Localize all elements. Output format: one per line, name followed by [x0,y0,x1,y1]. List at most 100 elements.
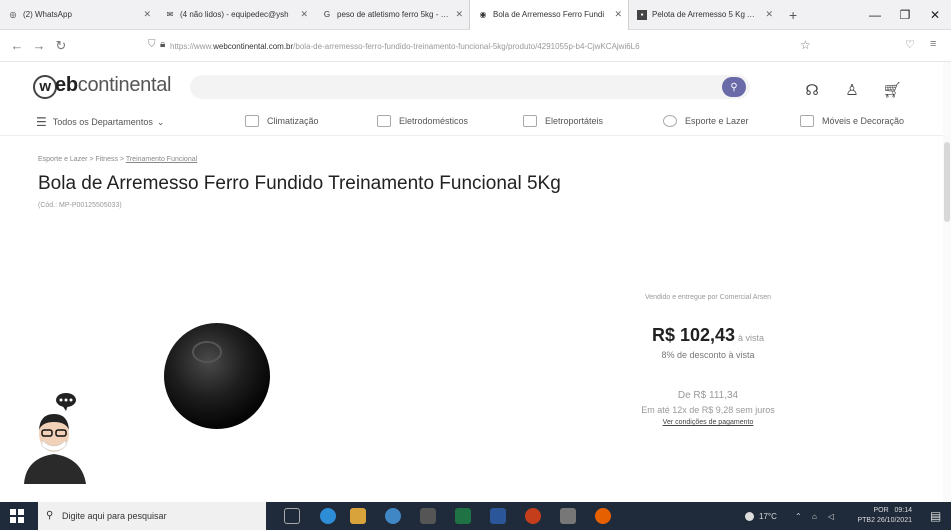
all-departments-label: Todos os Departamentos [52,117,153,127]
small-appliance-icon [523,115,537,127]
tab-email[interactable]: ✉ (4 não lidos) - equipedec@ysh ✕ [157,0,314,30]
tab-label: Bola de Arremesso Ferro Fundi [493,10,605,19]
nav-label: Eletrodomésticos [399,116,469,126]
forward-icon[interactable]: → [28,38,50,53]
tab-label: peso de atletismo ferro 5kg - Pe [337,10,451,19]
nav-item-eletroportateis[interactable]: Eletroportáteis [523,115,603,127]
windows-start-icon[interactable] [10,509,24,523]
breadcrumb-item[interactable]: Treinamento Funcional [126,156,197,163]
task-view-icon[interactable] [284,508,300,524]
store-icon[interactable] [420,508,436,524]
notification-icon[interactable]: ▤ [930,502,941,530]
site-header: w ebcontinental ⚲ ☊ ♙ 🛒︎ [0,62,951,110]
close-icon[interactable]: ✕ [765,9,773,20]
address-field[interactable]: https://www. webcontinental.com.br/bola-d… [170,38,790,54]
star-icon[interactable]: ☆ [800,38,811,52]
close-icon[interactable]: ✕ [614,9,622,20]
lang-code: POR [873,507,889,514]
scrollbar-thumb[interactable] [944,142,950,222]
payment-conditions-link[interactable]: Ver condições de pagamento [620,419,796,426]
cart-icon[interactable]: 🛒︎ [882,80,902,100]
breadcrumb-item[interactable]: Fitness [95,156,118,163]
mail-icon: ✉ [166,10,174,19]
page-icon: ◉ [479,10,487,19]
minimize-icon[interactable]: — [860,0,890,30]
shield-icon[interactable]: ⛉ [148,39,156,50]
nav-item-moveis[interactable]: Móveis e Decoração [800,115,904,127]
excel-icon[interactable] [455,508,471,524]
taskbar-search-placeholder: Digite aqui para pesquisar [62,511,167,521]
chrome-icon[interactable] [385,508,401,524]
new-tab-icon[interactable]: + [779,7,807,23]
browser-tab-bar: ◎ (2) WhatsApp ✕ ✉ (4 não lidos) - equip… [0,0,951,30]
file-explorer-icon[interactable] [350,508,366,524]
whatsapp-icon: ◎ [9,10,17,19]
chevron-up-icon[interactable]: ⌃ [795,502,802,530]
pocket-icon[interactable]: ♡ [905,38,915,51]
edge-icon[interactable] [320,508,336,524]
price-box: Vendido e entregue por Comercial Arsen R… [620,294,796,426]
restore-icon[interactable]: ❐ [890,0,920,30]
product-title: Bola de Arremesso Ferro Fundido Treiname… [38,173,561,194]
firefox-icon[interactable] [595,508,611,524]
all-departments-menu[interactable]: ☰ Todos os Departamentos ⌄ [36,115,164,129]
page-scrollbar[interactable] [943,62,951,502]
system-clock[interactable]: POR 09:14 PTB2 26/10/2021 [850,506,912,526]
nav-item-climatizacao[interactable]: Climatização [245,115,319,127]
app-icon[interactable] [525,508,541,524]
reload-icon[interactable]: ↻ [50,38,72,54]
tab-label: Pelota de Arremesso 5 Kg AX Es [652,10,769,19]
nav-item-esporte[interactable]: Esporte e Lazer [663,115,749,127]
breadcrumb-item[interactable]: Esporte e Lazer [38,156,87,163]
site-logo[interactable]: w ebcontinental [33,74,172,99]
nav-label: Esporte e Lazer [685,116,749,126]
product-image[interactable] [163,322,272,431]
category-nav: ☰ Todos os Departamentos ⌄ Climatização … [0,110,951,136]
back-icon[interactable]: ← [6,38,28,53]
temperature: 17°C [759,511,777,521]
tab-pelota[interactable]: ▪ Pelota de Arremesso 5 Kg AX Es ✕ [629,0,779,30]
close-window-icon[interactable]: ✕ [920,0,950,30]
air-conditioner-icon [245,115,259,127]
url-path: /bola-de-arremesso-ferro-fundido-treinam… [293,41,640,51]
chevron-down-icon: ⌄ [156,116,165,127]
app-icon[interactable] [560,508,576,524]
weather-widget[interactable]: 17°C [745,502,777,530]
menu-icon[interactable]: ≡ [930,38,936,50]
search-input[interactable]: ⚲ [190,75,750,99]
url-domain: webcontinental.com.br [213,41,294,51]
page-icon: ▪ [637,9,647,20]
logo-bold: eb [55,74,78,96]
seller-info: Vendido e entregue por Comercial Arsen [644,294,772,301]
taskbar-search-input[interactable]: ⚲ Digite aqui para pesquisar [38,502,266,530]
chat-assistant-avatar[interactable] [20,392,90,484]
nav-item-eletrodomesticos[interactable]: Eletrodomésticos [377,115,468,127]
sport-icon [663,115,677,127]
appliance-icon [377,115,391,127]
tab-product-active[interactable]: ◉ Bola de Arremesso Ferro Fundi ✕ [469,0,629,30]
product-code: (Cód.: MP-P00125505033) [38,202,122,209]
lock-icon[interactable]: 🔒︎ [160,39,165,50]
time: 09:14 [894,507,912,514]
nav-label: Eletroportáteis [545,116,604,126]
tab-whatsapp[interactable]: ◎ (2) WhatsApp ✕ [0,0,157,30]
tab-google-search[interactable]: G peso de atletismo ferro 5kg - Pe ✕ [314,0,469,30]
close-icon[interactable]: ✕ [300,9,308,20]
headset-icon[interactable]: ☊ [802,80,822,100]
furniture-icon [800,115,814,127]
logo-rest: continental [77,74,172,96]
old-price: De R$ 111,34 [677,390,739,401]
discount-text: 8% de desconto à vista [661,350,755,360]
tab-label: (4 não lidos) - equipedec@ysh [180,10,289,19]
search-button[interactable]: ⚲ [722,77,746,97]
close-icon[interactable]: ✕ [143,9,151,20]
hamburger-icon: ☰ [36,115,47,129]
user-icon[interactable]: ♙ [842,80,862,100]
cloud-icon [745,511,754,521]
volume-icon[interactable]: ◁ [828,502,834,530]
product-price: R$ 102,43 à vista [620,325,796,346]
network-icon[interactable]: ⌂ [812,502,817,530]
close-icon[interactable]: ✕ [455,9,463,20]
word-icon[interactable] [490,508,506,524]
price-value: R$ 102,43 [651,325,736,345]
